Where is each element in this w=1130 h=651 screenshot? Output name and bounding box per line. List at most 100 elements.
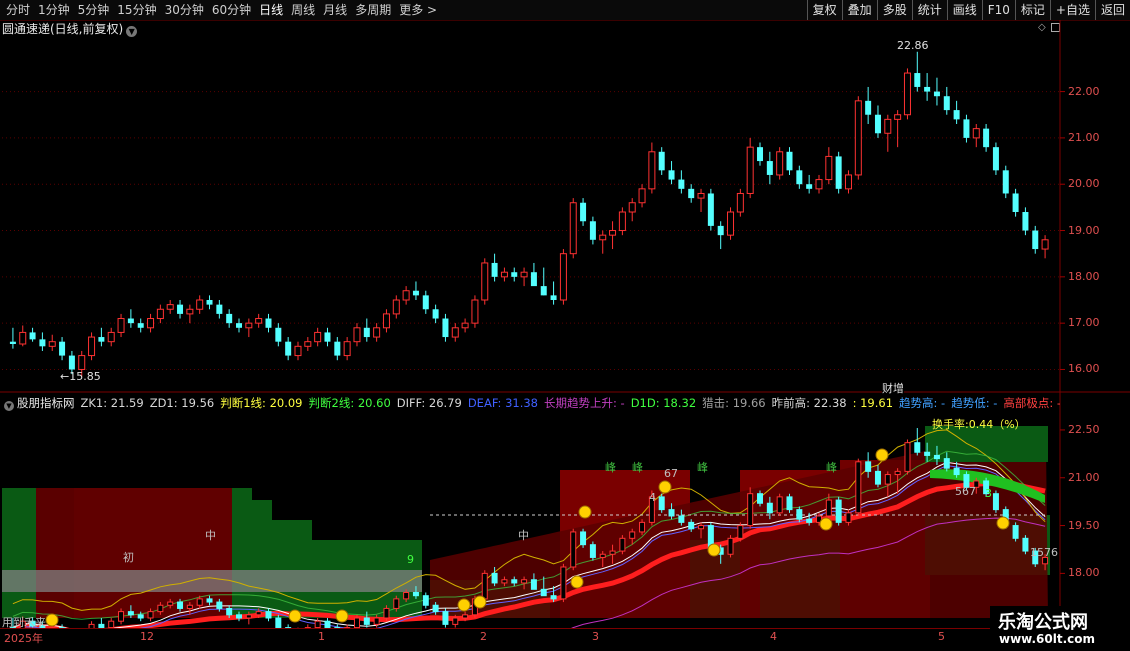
candle-body-down — [1012, 193, 1019, 212]
candle-body-up — [884, 118, 892, 134]
ind-candle-body — [432, 604, 439, 613]
candle-body-down — [285, 341, 292, 356]
ind-candle-body — [865, 461, 872, 472]
watermark: 乐淘公式网 www.60lt.com — [990, 606, 1130, 650]
ind-candle-body — [894, 470, 901, 476]
candle-body-down — [658, 151, 665, 171]
candle-body-down — [550, 295, 557, 300]
smiley-marker-icon — [578, 505, 592, 519]
indicator-zone — [252, 500, 272, 618]
candle-body-down — [963, 119, 970, 138]
indicator-axis-label: 18.00 — [1068, 566, 1100, 580]
main-axis-label: 22.00 — [1068, 84, 1100, 98]
candle-body-up — [628, 202, 636, 213]
ind-candle-body — [658, 496, 665, 511]
candle-body-up — [343, 341, 351, 357]
indicator-annotation: 中 — [518, 529, 529, 542]
ind-candle-body — [668, 509, 675, 517]
ind-candle-body — [412, 592, 419, 597]
candle-body-up — [569, 202, 577, 255]
candle-body-up — [618, 211, 626, 232]
indicator-zone — [232, 488, 252, 618]
ind-candle-body — [452, 617, 459, 625]
ind-candle-body — [914, 442, 921, 453]
chart-canvas[interactable] — [0, 0, 1130, 650]
turnover-label: 换手率:0.44（%） — [932, 418, 1026, 431]
ind-candle-body — [373, 617, 380, 625]
candle-body-down — [983, 128, 990, 148]
main-axis-label: 20.00 — [1068, 177, 1100, 191]
candle-body-down — [806, 184, 813, 189]
indicator-annotation: 中 — [205, 529, 216, 542]
ind-candle-body — [786, 496, 793, 511]
candle-body-up — [382, 313, 390, 329]
indicator-annotation: 峰 — [605, 461, 616, 474]
ind-candle-body — [924, 451, 931, 456]
ind-candle-body — [943, 458, 950, 469]
indicator-annotation: 3 — [985, 487, 992, 500]
candle-body-up — [255, 318, 263, 324]
indicator-annotation: 峰 — [632, 461, 643, 474]
date-label: 2025年 — [4, 632, 43, 645]
candle-body-up — [481, 262, 489, 301]
candle-body-down — [137, 323, 144, 328]
candle-body-down — [865, 100, 872, 115]
date-label: 4 — [770, 630, 777, 643]
indicator-annotation: 初 — [123, 551, 134, 564]
candle-body-up — [166, 304, 174, 310]
candle-body-up — [186, 308, 194, 315]
candle-body-up — [373, 327, 381, 338]
candle-body-up — [609, 230, 617, 236]
main-axis-label: 19.00 — [1068, 223, 1100, 237]
ind-candle-body — [904, 442, 911, 472]
candle-body-up — [294, 345, 302, 357]
candle-body-up — [844, 174, 852, 190]
smiley-marker-icon — [875, 448, 889, 462]
indicator-zone — [36, 488, 76, 618]
ind-candle-body — [953, 467, 960, 476]
smiley-marker-icon — [996, 516, 1010, 530]
ind-candle-body — [560, 566, 567, 600]
candle-body-down — [9, 341, 16, 344]
candle-body-down — [334, 341, 341, 356]
ind-candle-body — [757, 493, 764, 504]
candle-body-up — [451, 327, 459, 338]
indicator-header: ▼ 股朋指标网 ZK1: 21.59 ZD1: 19.56 判断1线: 20.09 判断2… — [0, 395, 1060, 411]
ind-candle-body — [570, 531, 577, 568]
candle-body-down — [412, 290, 419, 296]
main-axis-label: 17.00 — [1068, 316, 1100, 330]
indicator-value-3: 判断2线: 20.60 — [308, 396, 391, 410]
candle-body-up — [500, 271, 508, 278]
candle-body-down — [422, 295, 429, 310]
ind-candle-body — [727, 537, 734, 555]
candle-body-down — [933, 91, 940, 97]
main-axis-label: 18.00 — [1068, 269, 1100, 283]
ind-candle-body — [147, 611, 154, 619]
smiley-marker-icon — [288, 609, 302, 623]
ind-candle-body — [324, 620, 331, 629]
ind-candle-body — [501, 579, 508, 584]
ind-candle-body — [177, 601, 184, 609]
indicator-axis-label: 22.50 — [1068, 422, 1100, 436]
candle-body-down — [1002, 170, 1009, 194]
ind-candle-body — [462, 614, 469, 619]
ind-candle-body — [442, 611, 449, 625]
ind-candle-body — [550, 595, 557, 600]
main-axis-label: 21.00 — [1068, 130, 1100, 144]
ind-candle-body — [933, 454, 940, 460]
ind-candle-body — [796, 509, 803, 520]
low-price-label: ←15.85 — [60, 370, 101, 383]
smiley-marker-icon — [570, 575, 584, 589]
ind-candle-body — [747, 493, 754, 527]
candle-body-up — [156, 308, 164, 320]
candle-body-down — [678, 179, 685, 189]
candle-body-down — [324, 332, 331, 342]
ind-candle-body — [314, 620, 321, 629]
chevron-down-icon[interactable]: ▼ — [4, 401, 14, 411]
candle-body-up — [402, 290, 410, 301]
ind-candle-body — [698, 525, 705, 530]
ind-candle-body — [511, 579, 518, 584]
indicator-name: 股朋指标网 — [17, 396, 75, 410]
candle-body-down — [68, 355, 75, 370]
ind-candle-body — [766, 502, 773, 514]
